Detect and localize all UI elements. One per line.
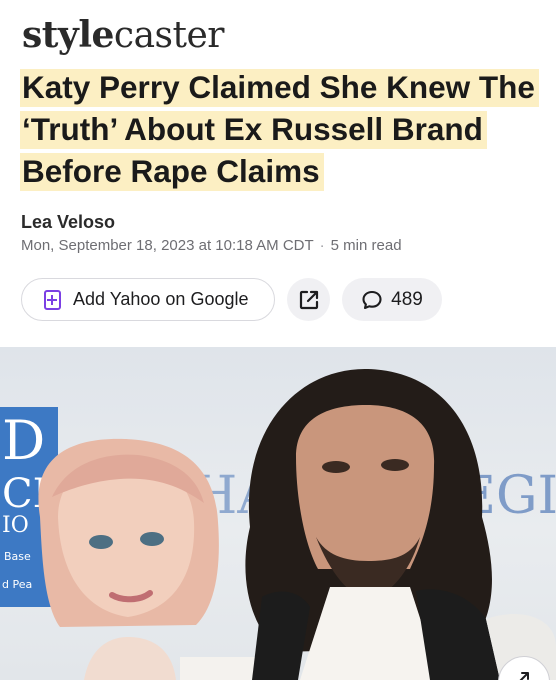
backdrop-tiny-2: d Pea [2, 578, 32, 591]
publish-date: Mon, September 18, 2023 at 10:18 AM CDT [21, 237, 314, 254]
site-logo[interactable]: style caster [22, 14, 225, 56]
article-actions: Add Yahoo on Google 489 [21, 278, 442, 321]
add-google-label: Add Yahoo on Google [73, 289, 249, 309]
comment-count: 489 [391, 288, 423, 310]
backdrop-letters-io: IO [2, 513, 29, 538]
add-yahoo-on-google-button[interactable]: Add Yahoo on Google [21, 278, 275, 321]
article-meta: Mon, September 18, 2023 at 10:18 AM CDT … [21, 237, 402, 254]
article-photo[interactable]: D CH IO Base d Pea HA EGI [0, 347, 556, 680]
author-name[interactable]: Lea Veloso [21, 212, 115, 233]
comments-button[interactable]: 489 [342, 278, 442, 321]
logo-light: caster [113, 15, 225, 56]
meta-separator: · [319, 237, 325, 254]
logo-bold: style [22, 14, 114, 56]
backdrop-letter-d: D [2, 409, 45, 472]
comment-icon [362, 290, 382, 309]
backdrop-tiny-1: Base [4, 550, 31, 563]
headline-text: Katy Perry Claimed She Knew The ‘Truth’ … [20, 69, 539, 191]
article-headline: Katy Perry Claimed She Knew The ‘Truth’ … [20, 66, 540, 192]
photo-illustration: D CH IO Base d Pea HA EGI [0, 368, 556, 680]
add-source-icon [44, 289, 61, 310]
share-button[interactable] [287, 278, 330, 321]
expand-arrow-icon [519, 672, 529, 680]
share-icon [299, 290, 318, 309]
read-time: 5 min read [330, 237, 402, 254]
